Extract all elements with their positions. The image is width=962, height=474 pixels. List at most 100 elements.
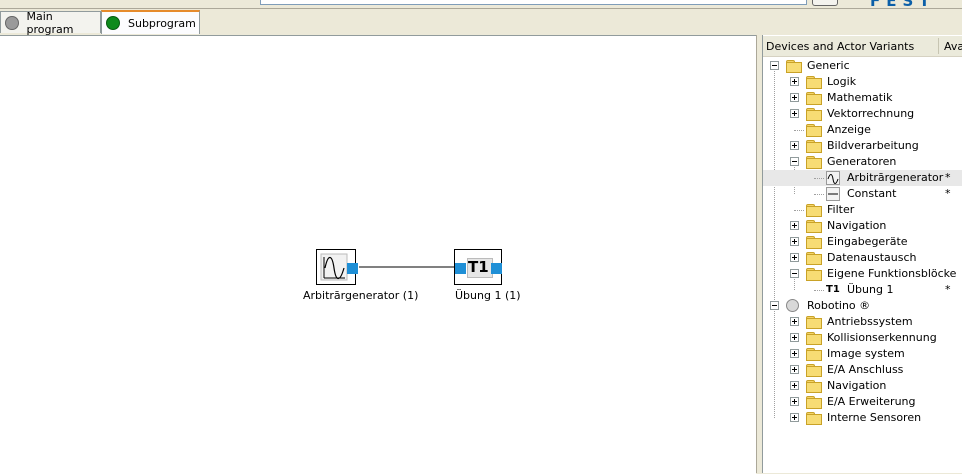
tree-item-constant[interactable]: Constant *	[763, 186, 962, 202]
expand-icon[interactable]	[790, 253, 799, 262]
collapse-icon[interactable]	[790, 157, 799, 166]
folder-icon	[786, 60, 802, 73]
brand-logo: FEST	[870, 0, 936, 10]
expand-icon[interactable]	[790, 93, 799, 102]
tab-subprogram[interactable]: Subprogram	[101, 10, 200, 34]
expand-icon[interactable]	[790, 349, 799, 358]
tree-item-label: Generic	[807, 59, 850, 72]
expand-icon[interactable]	[790, 317, 799, 326]
tree-item-label: Anzeige	[827, 123, 871, 136]
column-header-variants[interactable]: Ava	[944, 40, 962, 53]
tree-item-label: Logik	[827, 75, 857, 88]
collapse-icon[interactable]	[790, 269, 799, 278]
output-port[interactable]	[491, 263, 502, 274]
collapse-icon[interactable]	[770, 301, 779, 310]
tree-item-label: E/A Erweiterung	[827, 395, 916, 408]
constant-icon	[826, 187, 840, 201]
top-button[interactable]	[812, 0, 838, 6]
device-tree: Generic Logik Mathematik Vektorrechnung Anze…	[763, 58, 962, 473]
tree-item-navigation[interactable]: Navigation	[763, 378, 962, 394]
tree-item-interne-sensoren[interactable]: Interne Sensoren	[763, 410, 962, 426]
panel-header: Devices and Actor Variants Ava	[763, 36, 962, 57]
robot-icon	[786, 299, 799, 312]
tree-item-label: Eigene Funktionsblöcke	[827, 267, 957, 280]
tree-item-label: Filter	[827, 203, 855, 216]
collapse-icon[interactable]	[770, 61, 779, 70]
column-separator[interactable]	[938, 38, 939, 54]
column-header-devices[interactable]: Devices and Actor Variants	[766, 40, 914, 53]
expand-icon[interactable]	[790, 237, 799, 246]
tree-item-label: Arbitrārgenerator	[847, 171, 944, 184]
folder-icon	[806, 124, 822, 137]
sine-wave-icon	[826, 171, 840, 185]
expand-icon[interactable]	[790, 365, 799, 374]
expand-icon[interactable]	[790, 333, 799, 342]
tree-item-label: Eingabegeräte	[827, 235, 908, 248]
folder-icon	[806, 236, 822, 249]
tree-item-image-system[interactable]: Image system	[763, 346, 962, 362]
t1-icon: T1	[468, 258, 489, 276]
tree-item-label: Antriebssystem	[827, 315, 913, 328]
tree-item-label: Kollisionserkennung	[827, 331, 937, 344]
block-label: Übung 1 (1)	[455, 289, 521, 302]
tree-item-navigation[interactable]: Navigation	[763, 218, 962, 234]
block-label: Arbitrārgenerator (1)	[303, 289, 419, 302]
tree-guide-line	[814, 194, 824, 195]
tree-item-label: E/A Anschluss	[827, 363, 904, 376]
tree-item-label: Mathematik	[827, 91, 893, 104]
expand-icon[interactable]	[790, 397, 799, 406]
folder-icon	[806, 396, 822, 409]
input-port[interactable]	[455, 263, 466, 274]
tree-item-e-a-erweiterung[interactable]: E/A Erweiterung	[763, 394, 962, 410]
folder-icon	[806, 348, 822, 361]
tree-guide-line	[794, 210, 804, 211]
tree-item-label: Image system	[827, 347, 905, 360]
tree-item-kollisionserkennung[interactable]: Kollisionserkennung	[763, 330, 962, 346]
tree-item-datenaustausch[interactable]: Datenaustausch	[763, 250, 962, 266]
tree-guide-line	[814, 178, 824, 179]
tree-item-robotino[interactable]: Robotino ®	[763, 298, 962, 314]
output-port[interactable]	[347, 263, 358, 274]
program-canvas[interactable]: Arbitrārgenerator (1) T1 Übung 1 (1)	[0, 35, 756, 474]
tree-item-generatoren[interactable]: Generatoren	[763, 154, 962, 170]
tree-item-e-a-anschluss[interactable]: E/A Anschluss	[763, 362, 962, 378]
tree-item-label: Interne Sensoren	[827, 411, 922, 424]
folder-icon	[806, 76, 822, 89]
folder-icon	[806, 92, 822, 105]
tree-item-bung-1[interactable]: T1 Übung 1 *	[763, 282, 962, 298]
expand-icon[interactable]	[790, 141, 799, 150]
tree-item-arbitr-rgenerator[interactable]: Arbitrārgenerator *	[763, 170, 962, 186]
folder-icon	[806, 316, 822, 329]
folder-icon	[806, 108, 822, 121]
tree-item-bildverarbeitung[interactable]: Bildverarbeitung	[763, 138, 962, 154]
folder-icon	[806, 412, 822, 425]
green-circle-icon	[106, 16, 120, 30]
expand-icon[interactable]	[790, 221, 799, 230]
tree-item-anzeige[interactable]: Anzeige	[763, 122, 962, 138]
folder-icon	[806, 220, 822, 233]
expand-icon[interactable]	[790, 413, 799, 422]
tree-item-label: Robotino ®	[807, 299, 871, 312]
top-input-field[interactable]	[260, 0, 807, 5]
tree-item-label: Navigation	[827, 219, 887, 232]
tree-item-antriebssystem[interactable]: Antriebssystem	[763, 314, 962, 330]
tab-main-program[interactable]: Main program	[0, 10, 101, 36]
variant-marker: *	[945, 187, 951, 200]
tree-item-eigene-funktionsbl-cke[interactable]: Eigene Funktionsblöcke	[763, 266, 962, 282]
tree-guide-line	[814, 290, 824, 291]
tree-item-generic[interactable]: Generic	[763, 58, 962, 74]
tree-item-eingabeger-te[interactable]: Eingabegeräte	[763, 234, 962, 250]
variant-marker: *	[945, 171, 951, 184]
expand-icon[interactable]	[790, 77, 799, 86]
expand-icon[interactable]	[790, 381, 799, 390]
tree-item-logik[interactable]: Logik	[763, 74, 962, 90]
tree-item-mathematik[interactable]: Mathematik	[763, 90, 962, 106]
tree-item-vektorrechnung[interactable]: Vektorrechnung	[763, 106, 962, 122]
arbitrary-generator-block[interactable]	[316, 249, 358, 285]
folder-icon	[806, 140, 822, 153]
tree-item-label: Generatoren	[827, 155, 897, 168]
expand-icon[interactable]	[790, 109, 799, 118]
tree-item-filter[interactable]: Filter	[763, 202, 962, 218]
tree-item-label: Vektorrechnung	[827, 107, 915, 120]
uebung1-block[interactable]: T1	[454, 249, 502, 285]
